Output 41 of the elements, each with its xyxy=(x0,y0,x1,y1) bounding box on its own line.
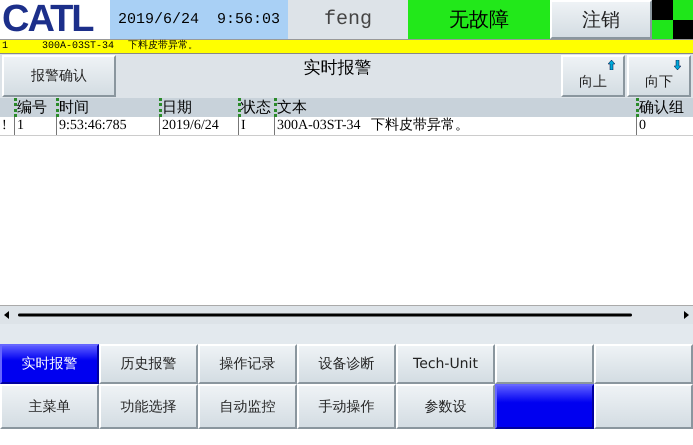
user-name: feng xyxy=(288,0,408,39)
menu-button[interactable]: 自动监控 xyxy=(198,384,297,429)
table-cell: 300A-03ST-34 下料皮带异常。 xyxy=(274,117,636,135)
tab[interactable] xyxy=(495,344,594,384)
tab[interactable] xyxy=(594,344,693,384)
date-time: 2019/6/24 9:56:03 xyxy=(110,0,288,39)
table-cell: 1 xyxy=(14,117,56,135)
checker-icon xyxy=(652,0,693,39)
table-cell: 2019/6/24 xyxy=(159,117,238,135)
tab[interactable]: 设备诊断 xyxy=(297,344,396,384)
up-button[interactable]: 向上 xyxy=(561,55,625,97)
column-header: 确认组 xyxy=(636,98,693,117)
tab[interactable]: 历史报警 xyxy=(99,344,198,384)
ticker-source: 300A-03ST-34 xyxy=(42,40,116,53)
ticker-message: 下料皮带异常。 xyxy=(128,40,198,53)
alarm-mark: ! xyxy=(1,117,8,135)
column-header: 日期 xyxy=(159,98,238,117)
menu-button[interactable]: 主菜单 xyxy=(0,384,99,429)
tab[interactable]: 实时报警 xyxy=(0,344,99,384)
ticker-number: 1 xyxy=(1,40,10,53)
menu-button[interactable] xyxy=(495,384,594,429)
column-header: 编号 xyxy=(14,98,56,117)
horizontal-scrollbar[interactable] xyxy=(0,305,693,324)
table-cell: 9:53:46:785 xyxy=(56,117,159,135)
menu-button[interactable]: 参数设 xyxy=(396,384,495,429)
status-indicator: 无故障 xyxy=(408,0,550,39)
logout-button[interactable]: 注销 xyxy=(550,0,652,39)
up-arrow-icon xyxy=(608,60,615,70)
tab[interactable]: Tech-Unit xyxy=(396,344,495,384)
acknowledge-button[interactable]: 报警确认 xyxy=(2,55,116,97)
menu-button[interactable]: 手动操作 xyxy=(297,384,396,429)
column-header: 状态 xyxy=(238,98,274,117)
column-header: 时间 xyxy=(56,98,159,117)
menu-button[interactable]: 功能选择 xyxy=(99,384,198,429)
down-button[interactable]: 向下 xyxy=(627,55,691,97)
tab[interactable]: 操作记录 xyxy=(198,344,297,384)
down-arrow-icon xyxy=(674,60,681,70)
table-cell: 0 xyxy=(636,117,693,135)
table-cell: I xyxy=(238,117,274,135)
column-header: 文本 xyxy=(274,98,636,117)
page-title: 实时报警 xyxy=(302,57,372,79)
